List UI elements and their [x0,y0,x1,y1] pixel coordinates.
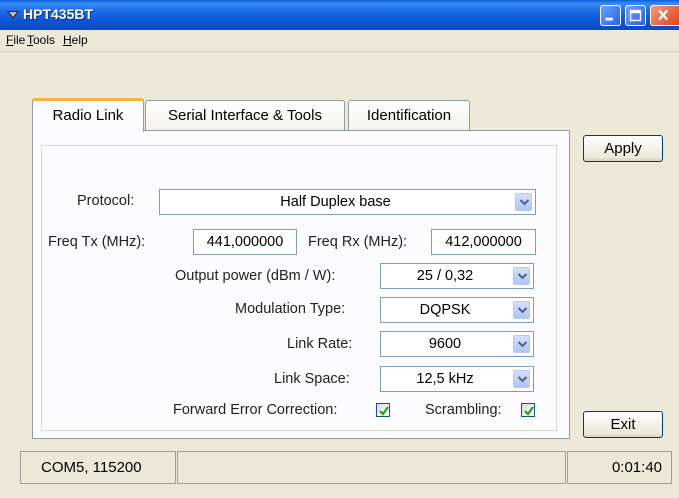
status-time: 0:01:40 [567,451,672,484]
apply-button[interactable]: Apply [583,135,663,162]
output-power-dropdown-button[interactable] [513,267,530,285]
checkmark-icon [524,406,534,416]
maximize-button[interactable] [625,5,646,26]
scrambling-label: Scrambling: [425,402,502,418]
chevron-down-icon [517,273,528,280]
protocol-value: Half Duplex base [280,194,391,210]
menu-help-mnemonic: H [63,33,72,47]
maximize-icon [629,9,642,22]
freq-tx-value: 441,000000 [206,234,284,250]
modulation-dropdown-button[interactable] [513,301,530,319]
tab-serial-interface-label: Serial Interface & Tools [168,107,322,124]
output-power-label: Output power (dBm / W): [175,268,336,284]
chevron-down-icon [519,199,530,206]
exit-button-label: Exit [610,416,636,433]
link-space-label: Link Space: [274,371,350,387]
modulation-select[interactable]: DQPSK [380,297,534,323]
app-window: HPT435BT File Tools Help Radio Link Seri… [0,0,679,498]
link-space-select[interactable]: 12,5 kHz [380,366,534,392]
tab-serial-interface[interactable]: Serial Interface & Tools [145,100,345,130]
chevron-down-icon [517,307,528,314]
status-middle [177,451,566,484]
freq-rx-value: 412,000000 [445,234,522,250]
exit-button[interactable]: Exit [583,411,663,438]
protocol-dropdown-button[interactable] [515,193,532,211]
fec-label: Forward Error Correction: [173,402,338,418]
link-space-value: 12,5 kHz [416,371,474,387]
app-icon [7,11,19,19]
close-button[interactable] [650,5,679,26]
status-port: COM5, 115200 [20,451,176,484]
modulation-label: Modulation Type: [235,301,346,317]
freq-tx-label: Freq Tx (MHz): [48,234,146,250]
freq-tx-input[interactable]: 441,000000 [193,229,297,255]
tab-radio-link-label: Radio Link [52,107,124,124]
modulation-value: DQPSK [419,302,471,318]
chevron-down-icon [517,376,528,383]
link-rate-dropdown-button[interactable] [513,335,530,353]
scrambling-checkbox[interactable] [521,403,535,417]
menu-file-label: ile [13,33,26,47]
link-space-dropdown-button[interactable] [513,370,530,388]
fec-checkbox[interactable] [376,403,390,417]
link-rate-select[interactable]: 9600 [380,331,534,357]
status-time-text: 0:01:40 [611,459,662,476]
radio-link-panel: Protocol: Half Duplex base Freq Tx (MHz)… [32,130,570,439]
freq-rx-input[interactable]: 412,000000 [431,229,536,255]
chevron-down-icon [517,341,528,348]
output-power-value: 25 / 0,32 [416,268,474,284]
menu-tools[interactable]: Tools [27,33,55,47]
minimize-icon [605,17,613,21]
menu-bar: File Tools Help [0,30,679,52]
link-rate-value: 9600 [428,336,462,352]
protocol-select[interactable]: Half Duplex base [159,189,536,215]
link-rate-label: Link Rate: [287,336,353,352]
window-bottom-edge [0,492,679,498]
protocol-label: Protocol: [77,193,135,209]
status-port-text: COM5, 115200 [41,459,142,476]
minimize-button[interactable] [600,5,621,26]
window-title: HPT435BT [23,6,94,22]
menu-help-label: elp [71,33,88,47]
apply-button-label: Apply [604,140,642,157]
tab-radio-link[interactable]: Radio Link [32,98,144,132]
menu-tools-label: ools [33,33,56,47]
menu-help[interactable]: Help [63,33,88,47]
freq-rx-label: Freq Rx (MHz): [308,234,408,250]
checkmark-icon [379,406,389,416]
tab-identification[interactable]: Identification [348,100,470,130]
menu-file[interactable]: File [6,33,25,47]
title-bar[interactable]: HPT435BT [0,0,679,30]
tab-identification-label: Identification [366,107,452,124]
close-icon [658,9,669,21]
output-power-select[interactable]: 25 / 0,32 [380,263,534,289]
